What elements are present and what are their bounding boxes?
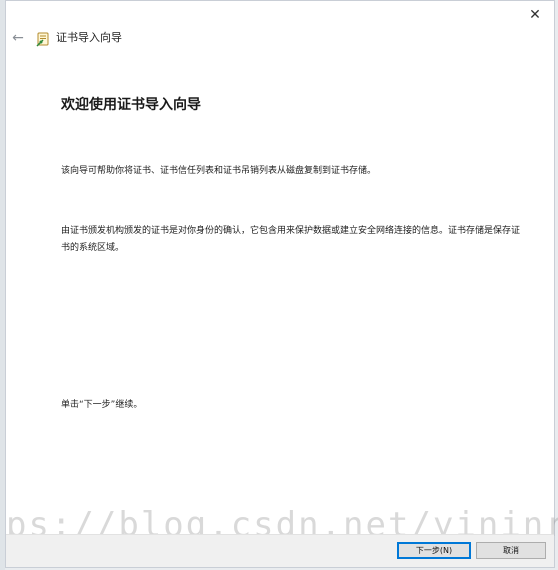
page-title: 欢迎使用证书导入向导 bbox=[61, 97, 201, 113]
certificate-icon bbox=[36, 32, 49, 47]
wizard-header: ← 证书导入向导 bbox=[6, 29, 554, 51]
button-bar: 下一步(N) 取消 bbox=[6, 534, 554, 567]
description-paragraph: 由证书颁发机构颁发的证书是对你身份的确认，它包含用来保护数据或建立安全网络连接的… bbox=[61, 226, 521, 253]
back-button[interactable]: ← bbox=[9, 29, 27, 47]
instruction-paragraph: 单击“下一步”继续。 bbox=[61, 400, 143, 410]
intro-paragraph: 该向导可帮助你将证书、证书信任列表和证书吊销列表从磁盘复制到证书存储。 bbox=[61, 166, 377, 176]
wizard-content: 欢迎使用证书导入向导 该向导可帮助你将证书、证书信任列表和证书吊销列表从磁盘复制… bbox=[61, 96, 531, 410]
back-arrow-icon: ← bbox=[12, 30, 24, 46]
wizard-window: ✕ ← 证书导入向导 欢迎使用证书导入向导 该向导可帮助你将证书、证书信任列表和… bbox=[5, 0, 558, 568]
close-button[interactable]: ✕ bbox=[522, 4, 548, 26]
cancel-button[interactable]: 取消 bbox=[476, 542, 546, 559]
next-button[interactable]: 下一步(N) bbox=[397, 542, 471, 559]
close-icon: ✕ bbox=[529, 7, 541, 23]
wizard-title: 证书导入向导 bbox=[56, 31, 122, 44]
title-bar: ✕ bbox=[6, 1, 554, 29]
